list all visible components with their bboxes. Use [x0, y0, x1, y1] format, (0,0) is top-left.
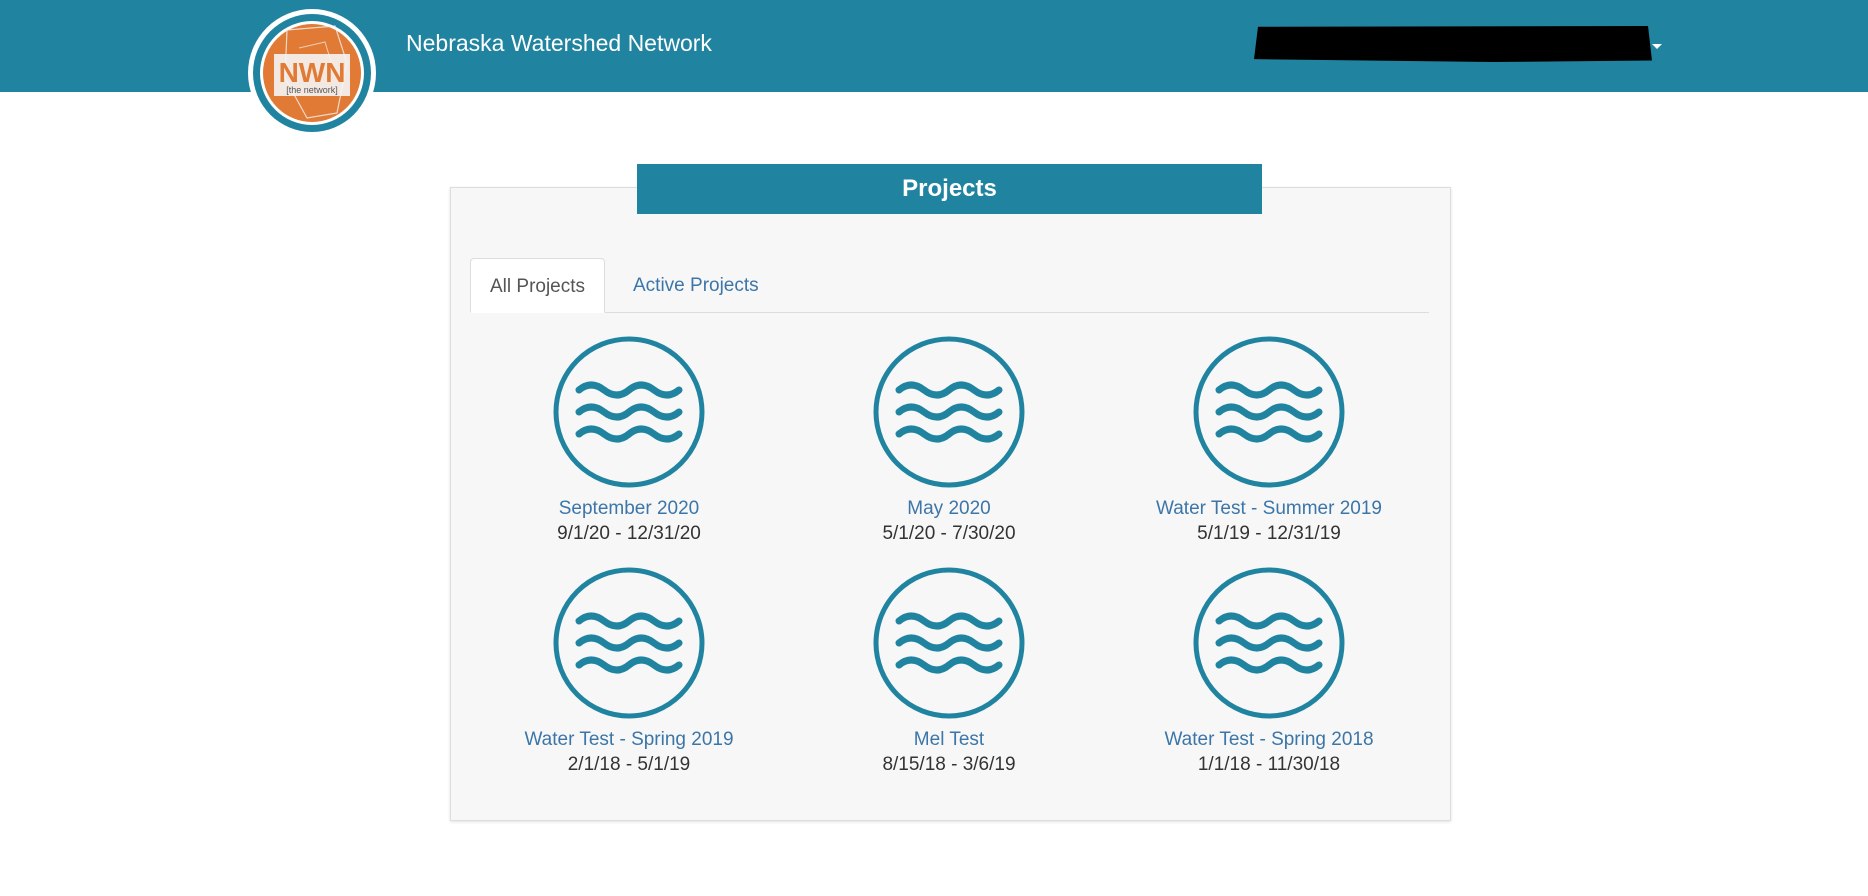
panel-title: Projects: [637, 164, 1262, 214]
project-name[interactable]: Water Test - Summer 2019: [1119, 497, 1419, 521]
project-name[interactable]: May 2020: [799, 497, 1099, 521]
project-name[interactable]: Mel Test: [799, 728, 1099, 752]
project-dates: 5/1/19 - 12/31/19: [1197, 523, 1341, 544]
water-waves-icon: [873, 567, 1025, 719]
water-waves-icon: [1193, 567, 1345, 719]
water-waves-icon: [553, 336, 705, 488]
logo-main-text: NWN: [279, 57, 346, 88]
project-card-2[interactable]: May 2020 5/1/20 - 7/30/20: [799, 336, 1099, 547]
water-waves-icon: [1193, 336, 1345, 488]
water-waves-icon: [873, 336, 1025, 488]
project-card-3[interactable]: Water Test - Summer 2019 5/1/19 - 12/31/…: [1119, 336, 1419, 547]
logo-sub-text: [the network]: [286, 85, 338, 95]
tab-all-projects[interactable]: All Projects: [470, 258, 606, 313]
project-dates: 1/1/18 - 11/30/18: [1197, 754, 1341, 775]
project-card-6[interactable]: Water Test - Spring 2018 1/1/18 - 11/30/…: [1119, 567, 1419, 778]
project-dates: 5/1/20 - 7/30/20: [882, 523, 1016, 544]
project-dates: 8/15/18 - 3/6/19: [882, 754, 1016, 775]
project-name[interactable]: September 2020: [479, 497, 779, 521]
project-name[interactable]: Water Test - Spring 2018: [1119, 728, 1419, 752]
project-dates: 2/1/18 - 5/1/19: [567, 754, 691, 775]
project-name[interactable]: Water Test - Spring 2019: [479, 728, 779, 752]
user-account-menu[interactable]: [1254, 26, 1652, 62]
project-card-4[interactable]: Water Test - Spring 2019 2/1/18 - 5/1/19: [479, 567, 779, 778]
water-waves-icon: [553, 567, 705, 719]
project-tabs: All Projects Active Projects: [470, 258, 1429, 313]
caret-down-icon[interactable]: [1652, 44, 1662, 49]
project-card-1[interactable]: September 2020 9/1/20 - 12/31/20: [479, 336, 779, 547]
brand-link[interactable]: Nebraska Watershed Network: [406, 30, 712, 57]
project-card-5[interactable]: Mel Test 8/15/18 - 3/6/19: [799, 567, 1099, 778]
project-dates: 9/1/20 - 12/31/20: [557, 523, 701, 544]
nwn-logo[interactable]: NWN [the network]: [247, 8, 377, 138]
tab-active-projects[interactable]: Active Projects: [614, 258, 778, 312]
